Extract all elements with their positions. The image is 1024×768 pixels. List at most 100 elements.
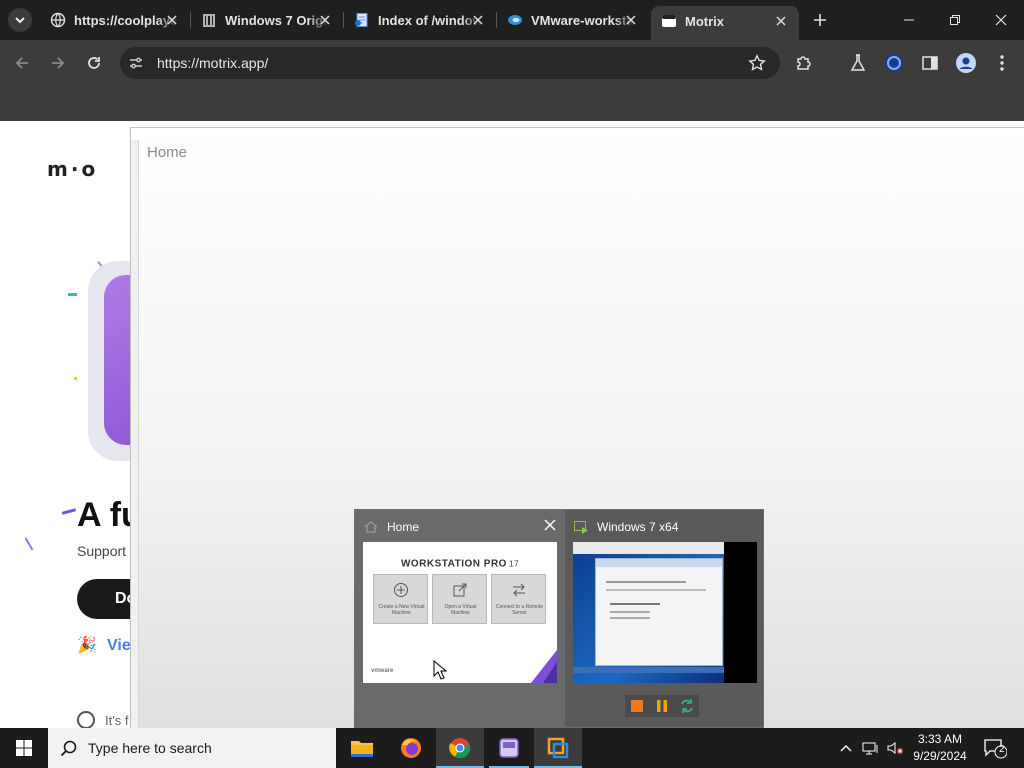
bookmarks-bar: [0, 86, 1024, 121]
tab-coolplayer[interactable]: https://coolplayer: [40, 0, 190, 40]
windows-taskbar: Type here to search 3:33 AM 9/29/2024 2: [0, 728, 1024, 768]
home-preview: WORKSTATION PRO 17 Create a New Virtual …: [363, 542, 557, 683]
vmware-icon: [507, 12, 523, 28]
taskbar-vmware[interactable]: [534, 728, 582, 768]
party-popper-icon: 🎉: [77, 637, 97, 654]
back-button[interactable]: [8, 49, 36, 77]
connect-remote-tile: Connect to a Remote Server: [491, 574, 546, 624]
tab-motrix[interactable]: Motrix: [651, 6, 799, 40]
start-button[interactable]: [0, 728, 48, 768]
volume-muted-icon: [887, 742, 903, 754]
close-thumbnail-button[interactable]: [543, 518, 559, 534]
vmware-brand: vmware: [371, 668, 394, 674]
tab-search-button[interactable]: [8, 8, 32, 32]
thumbnail-header: Windows 7 x64: [573, 518, 678, 536]
thumbnail-windows7[interactable]: Windows 7 x64: [565, 510, 765, 729]
view-link-label: Vie: [107, 637, 131, 654]
menu-button[interactable]: [990, 51, 1014, 75]
network-icon: [862, 742, 878, 755]
minimize-button[interactable]: [886, 0, 932, 40]
new-tab-button[interactable]: [808, 8, 832, 32]
taskbar-firefox[interactable]: [387, 728, 435, 768]
browser-tab-strip: https://coolplayer Windows 7 Original In…: [0, 0, 1024, 40]
tab-index-of-windows[interactable]: Index of /windows: [344, 0, 496, 40]
minimize-icon: [904, 19, 914, 21]
pause-vm-button[interactable]: [654, 698, 670, 714]
window-edge: [131, 140, 139, 728]
tray-overflow-button[interactable]: [836, 728, 856, 768]
browser-toolbar: https://motrix.app/: [0, 40, 1024, 86]
folder-icon: [351, 741, 373, 757]
mouse-cursor-icon: [433, 660, 447, 680]
clock-time: 3:33 AM: [917, 732, 963, 746]
close-icon[interactable]: [164, 12, 180, 28]
vmware-workstation-icon: [547, 737, 569, 759]
tray-network[interactable]: [860, 728, 882, 768]
confetti-decoration: [24, 537, 34, 551]
address-bar[interactable]: https://motrix.app/: [120, 47, 780, 79]
puzzle-icon: [797, 56, 811, 70]
restore-button[interactable]: [932, 0, 978, 40]
tab-title: https://coolplayer: [74, 13, 178, 28]
close-icon[interactable]: [470, 12, 486, 28]
close-icon[interactable]: [773, 13, 789, 29]
ie-page-icon: [354, 12, 370, 28]
thumbnail-home[interactable]: Home WORKSTATION PRO 17 Create a New Vir…: [355, 510, 565, 729]
restart-vm-button[interactable]: [679, 698, 695, 714]
firefox-icon: [401, 738, 421, 758]
notification-center-button[interactable]: 2: [980, 728, 1010, 768]
side-panel-button[interactable]: [918, 51, 942, 75]
stop-vm-button[interactable]: [629, 698, 645, 714]
win7-taskbar: [573, 667, 724, 673]
url-text[interactable]: https://motrix.app/: [157, 55, 268, 71]
purple-accent-decoration: [531, 650, 557, 683]
tray-volume[interactable]: [884, 728, 906, 768]
taskbar-search-box[interactable]: Type here to search: [48, 728, 336, 768]
taskbar-file-explorer[interactable]: [338, 728, 386, 768]
chevron-down-icon: [15, 17, 25, 24]
tab-title: Windows 7 Original: [225, 13, 329, 28]
search-icon: [60, 740, 77, 757]
motrix-logo[interactable]: m·o: [47, 157, 98, 181]
avatar-icon: [956, 53, 976, 73]
site-info-icon[interactable]: [128, 55, 144, 71]
close-window-button[interactable]: [978, 0, 1024, 40]
github-icon: [77, 711, 95, 728]
home-icon: [364, 521, 378, 533]
close-icon[interactable]: [317, 12, 333, 28]
tab-vmware-workstation[interactable]: VMware-workstation: [497, 0, 649, 40]
confetti-decoration: [68, 293, 77, 296]
kebab-menu-icon: [1000, 55, 1004, 71]
restart-icon: [681, 699, 693, 713]
reload-icon: [88, 57, 100, 69]
reload-button[interactable]: [80, 49, 108, 77]
tab-windows7-original[interactable]: Windows 7 Original: [191, 0, 343, 40]
extensions-button[interactable]: [792, 51, 816, 75]
profile-button[interactable]: [954, 51, 978, 75]
confetti-decoration: [74, 377, 77, 380]
tab-title: Index of /windows: [378, 13, 482, 28]
side-panel-icon: [922, 56, 938, 70]
sync-circle-icon: [885, 54, 903, 72]
close-icon[interactable]: [623, 12, 639, 28]
forward-button[interactable]: [44, 49, 72, 77]
taskbar-thumbnail-previews: Home WORKSTATION PRO 17 Create a New Vir…: [354, 509, 765, 729]
flask-icon: [850, 54, 866, 71]
hero-subtitle: Support: [77, 543, 127, 559]
profile-sync-button[interactable]: [882, 51, 906, 75]
bookmark-star-icon[interactable]: [748, 54, 766, 72]
system-clock[interactable]: 3:33 AM 9/29/2024: [904, 731, 976, 765]
labs-button[interactable]: [846, 51, 870, 75]
search-placeholder: Type here to search: [88, 740, 212, 756]
vm-power-controls: [625, 695, 699, 717]
taskbar-app-purple[interactable]: [485, 728, 533, 768]
taskbar-chrome[interactable]: [436, 728, 484, 768]
pause-icon: [657, 700, 667, 712]
clock-date: 9/29/2024: [913, 749, 967, 763]
tab-title: Motrix: [685, 14, 724, 29]
thumbnail-title: Windows 7 x64: [597, 520, 679, 534]
windows-logo-icon: [16, 740, 32, 756]
thumbnail-header: Home: [363, 518, 419, 536]
arrow-left-icon: [15, 57, 28, 69]
windows7-preview: [573, 542, 757, 683]
